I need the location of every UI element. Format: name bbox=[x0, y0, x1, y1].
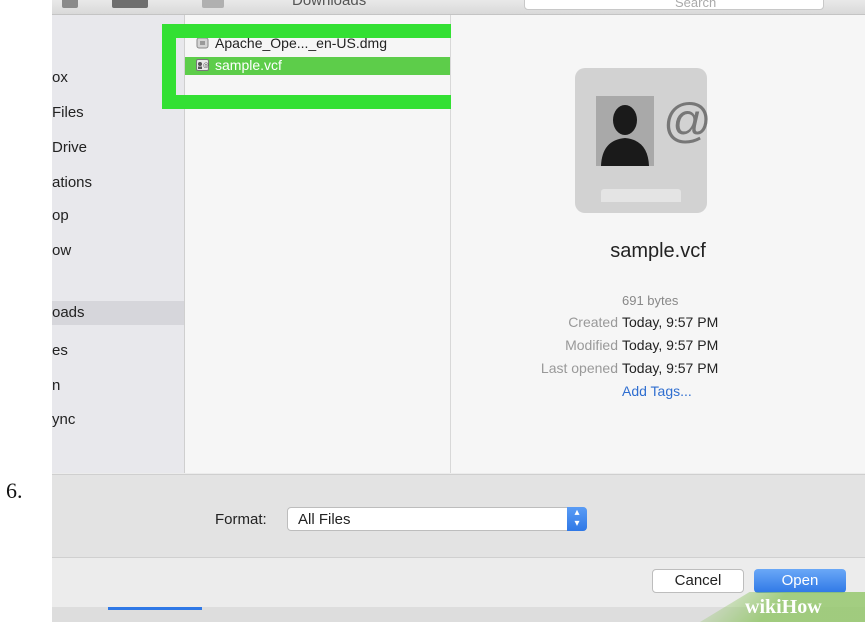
sidebar-item[interactable]: ync bbox=[52, 411, 75, 428]
at-sign-icon: @ bbox=[663, 95, 712, 148]
meta-value-created: Today, 9:57 PM bbox=[622, 314, 719, 330]
meta-label-last-opened: Last opened bbox=[540, 360, 618, 376]
meta-label-created: Created bbox=[568, 314, 618, 330]
format-label: Format: bbox=[215, 511, 267, 528]
format-select[interactable]: All Files ▴ ▾ bbox=[287, 507, 587, 531]
sidebar-item-downloads[interactable]: oads bbox=[52, 301, 184, 325]
open-button[interactable]: Open bbox=[754, 569, 846, 593]
preview-file-size: 691 bytes bbox=[622, 293, 679, 308]
location-popup[interactable]: Downloads bbox=[292, 0, 366, 9]
selection-highlight-box bbox=[162, 24, 470, 109]
format-select-value: All Files bbox=[298, 511, 351, 528]
vcard-preview-icon: @ bbox=[575, 68, 712, 213]
meta-value-last-opened: Today, 9:57 PM bbox=[622, 360, 719, 376]
sidebar-item[interactable]: ations bbox=[52, 174, 92, 191]
sidebar-item[interactable]: op bbox=[52, 207, 69, 224]
select-arrows-icon: ▴ ▾ bbox=[567, 507, 587, 531]
step-number: 6. bbox=[6, 478, 23, 503]
open-file-dialog: Downloads Search ox Files Drive ations o… bbox=[52, 0, 865, 622]
window-behind-accent bbox=[108, 607, 202, 610]
options-area: Format: All Files ▴ ▾ bbox=[52, 475, 865, 558]
sidebar-item[interactable]: Drive bbox=[52, 139, 87, 156]
sidebar-item[interactable]: es bbox=[52, 342, 68, 359]
sidebar-item[interactable]: n bbox=[52, 377, 60, 394]
sidebar-item[interactable]: ox bbox=[52, 69, 68, 86]
view-mode-icon[interactable] bbox=[112, 0, 148, 8]
card-slot bbox=[601, 189, 681, 202]
cancel-button[interactable]: Cancel bbox=[652, 569, 744, 593]
contact-photo-icon bbox=[596, 96, 654, 166]
sidebar-item[interactable]: Files bbox=[52, 104, 84, 121]
sidebar-item[interactable]: ow bbox=[52, 242, 71, 259]
preview-pane: @ sample.vcf 691 bytes Created Today, 9:… bbox=[451, 15, 865, 473]
dialog-toolbar: Downloads Search bbox=[52, 0, 865, 15]
meta-value-modified: Today, 9:57 PM bbox=[622, 337, 719, 353]
wikihow-watermark-text: wikiHow bbox=[745, 596, 822, 618]
arrange-icon[interactable] bbox=[202, 0, 224, 8]
search-field[interactable]: Search bbox=[524, 0, 824, 10]
add-tags-link[interactable]: Add Tags... bbox=[622, 383, 692, 399]
back-icon[interactable] bbox=[62, 0, 78, 8]
preview-file-name: sample.vcf bbox=[610, 240, 706, 262]
meta-label-modified: Modified bbox=[565, 337, 618, 353]
